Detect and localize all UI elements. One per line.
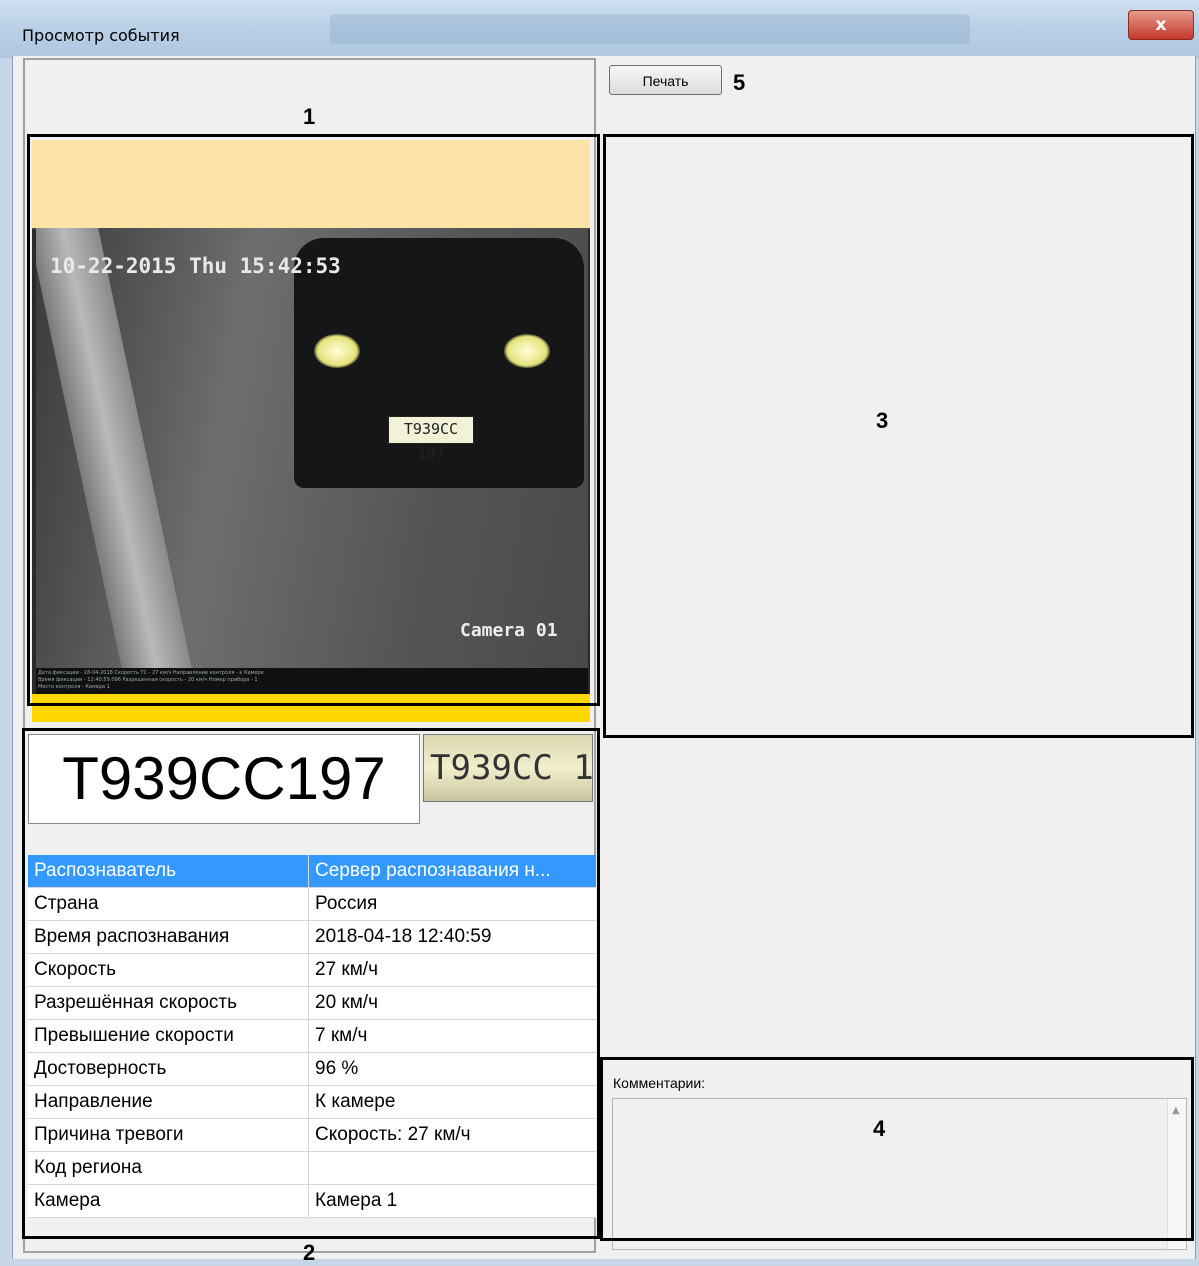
- annotation-4: 4: [873, 1116, 886, 1141]
- close-button[interactable]: x: [1128, 10, 1194, 40]
- annotation-frame-4: [600, 1057, 1194, 1241]
- window-titlebar: Просмотр события x: [0, 0, 1199, 58]
- titlebar-background-blur: [330, 14, 970, 44]
- annotation-5: 5: [733, 70, 746, 95]
- annotation-2: 2: [303, 1240, 316, 1265]
- window-title: Просмотр события: [22, 26, 180, 45]
- annotation-3: 3: [876, 408, 889, 433]
- annotation-frame-3: [603, 134, 1194, 738]
- annotation-frame-1: [27, 134, 600, 706]
- print-button[interactable]: Печать: [609, 65, 722, 95]
- annotation-frame-2: [22, 728, 600, 1239]
- annotation-1: 1: [303, 104, 316, 129]
